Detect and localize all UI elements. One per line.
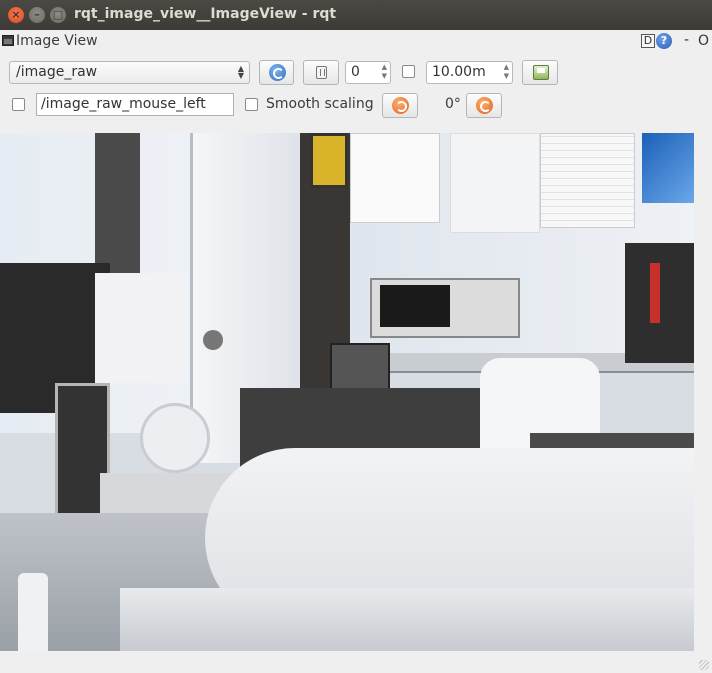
refresh-icon xyxy=(269,64,286,81)
spin-arrows-icon[interactable]: ▲ ▼ xyxy=(382,63,387,81)
desk-fan xyxy=(140,403,210,473)
window-close-button[interactable]: × xyxy=(8,7,24,23)
refresh-topics-button[interactable] xyxy=(259,60,294,85)
wall-paper-2 xyxy=(450,133,540,233)
spin-arrows-icon[interactable]: ▲ ▼ xyxy=(504,63,509,81)
rotation-angle-label: 0° xyxy=(445,96,461,112)
dock-minimize-button[interactable]: - xyxy=(684,32,689,48)
topic-select[interactable]: /image_raw ▲ ▼ xyxy=(9,61,250,84)
pliers-red xyxy=(650,263,660,323)
window-minimize-button[interactable]: – xyxy=(29,7,45,23)
save-image-icon xyxy=(533,65,549,80)
zoom-spinbox[interactable]: 0 ▲ ▼ xyxy=(345,61,391,84)
window-titlebar: × – □ rqt_image_view__ImageView - rqt xyxy=(0,0,712,30)
white-box xyxy=(95,273,185,383)
dock-close-button[interactable]: O xyxy=(698,33,709,49)
dock-title: Image View xyxy=(16,33,98,49)
camera-image[interactable] xyxy=(0,133,694,651)
resize-grip-icon[interactable] xyxy=(699,660,709,670)
smooth-scaling-checkbox[interactable] xyxy=(245,98,258,111)
pause-button[interactable] xyxy=(303,60,339,85)
paper-edge-shadow xyxy=(120,588,694,651)
window-maximize-button[interactable]: □ xyxy=(50,7,66,23)
help-icon[interactable]: ? xyxy=(656,33,672,49)
oscilloscope-screen xyxy=(380,285,450,327)
pause-icon xyxy=(316,66,327,79)
mouse-topic-field[interactable]: /image_raw_mouse_left xyxy=(36,93,234,116)
time-spinbox[interactable]: 10.00m ▲ ▼ xyxy=(426,61,513,84)
wall-paper-1 xyxy=(350,133,440,223)
door-frame xyxy=(95,133,140,283)
rotate-left-button[interactable] xyxy=(382,93,418,118)
dock-header: Image View D ? - O xyxy=(0,31,712,53)
small-bottle xyxy=(18,573,48,651)
time-checkbox[interactable] xyxy=(402,65,415,78)
time-value: 10.00m xyxy=(432,64,486,80)
multimeter xyxy=(310,133,348,188)
window-title: rqt_image_view__ImageView - rqt xyxy=(74,6,337,22)
publish-mouse-checkbox[interactable] xyxy=(12,98,25,111)
wall-poster xyxy=(642,133,694,203)
zoom-value: 0 xyxy=(351,64,360,80)
rotate-right-icon xyxy=(476,97,493,114)
door-knob xyxy=(203,330,223,350)
status-bar xyxy=(0,651,712,673)
rotate-right-button[interactable] xyxy=(466,93,502,118)
image-view-icon xyxy=(2,35,14,46)
chevron-updown-icon: ▲ ▼ xyxy=(237,64,244,80)
smooth-scaling-label: Smooth scaling xyxy=(266,96,374,112)
topic-select-value: /image_raw xyxy=(16,64,98,80)
save-image-button[interactable] xyxy=(522,60,558,85)
rotate-left-icon xyxy=(392,97,409,114)
dock-d-button[interactable]: D xyxy=(641,34,655,48)
wall-paper-3 xyxy=(540,133,635,228)
